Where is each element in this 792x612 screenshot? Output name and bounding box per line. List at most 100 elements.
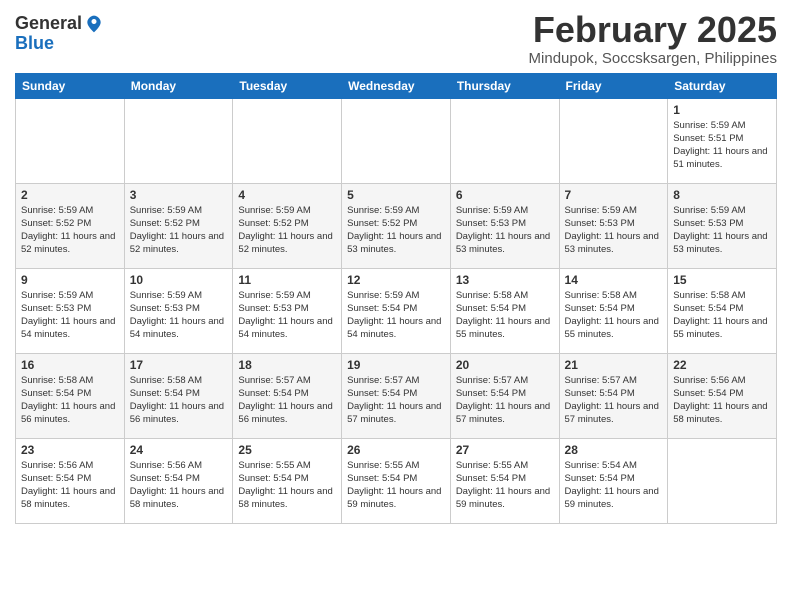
day-number: 20 <box>456 358 554 372</box>
calendar-cell: 13 Sunrise: 5:58 AMSunset: 5:54 PMDayligh… <box>450 268 559 353</box>
weekday-header-thursday: Thursday <box>450 73 559 98</box>
day-info: Sunrise: 5:59 AMSunset: 5:52 PMDaylight:… <box>130 204 228 257</box>
day-info: Sunrise: 5:59 AMSunset: 5:52 PMDaylight:… <box>347 204 445 257</box>
calendar-cell: 28 Sunrise: 5:54 AMSunset: 5:54 PMDayligh… <box>559 438 668 523</box>
day-number: 5 <box>347 188 445 202</box>
day-info: Sunrise: 5:59 AMSunset: 5:53 PMDaylight:… <box>238 289 336 342</box>
day-number: 11 <box>238 273 336 287</box>
day-number: 7 <box>565 188 663 202</box>
day-info: Sunrise: 5:56 AMSunset: 5:54 PMDaylight:… <box>21 459 119 512</box>
day-number: 19 <box>347 358 445 372</box>
calendar-cell: 16Sunrise: 5:58 AMSunset: 5:54 PMDayligh… <box>16 353 125 438</box>
calendar-table: SundayMondayTuesdayWednesdayThursdayFrid… <box>15 73 777 524</box>
calendar-cell <box>342 98 451 183</box>
day-info: Sunrise: 5:57 AMSunset: 5:54 PMDaylight:… <box>238 374 336 427</box>
calendar-cell: 9 Sunrise: 5:59 AMSunset: 5:53 PMDaylight… <box>16 268 125 353</box>
day-number: 21 <box>565 358 663 372</box>
day-info: Sunrise: 5:59 AMSunset: 5:53 PMDaylight:… <box>130 289 228 342</box>
day-info: Sunrise: 5:59 AMSunset: 5:51 PMDaylight:… <box>673 119 771 172</box>
day-number: 26 <box>347 443 445 457</box>
calendar-cell <box>124 98 233 183</box>
day-info: Sunrise: 5:59 AMSunset: 5:54 PMDaylight:… <box>347 289 445 342</box>
logo-blue: Blue <box>15 33 54 53</box>
day-number: 2 <box>21 188 119 202</box>
day-info: Sunrise: 5:58 AMSunset: 5:54 PMDaylight:… <box>130 374 228 427</box>
day-info: Sunrise: 5:56 AMSunset: 5:54 PMDaylight:… <box>130 459 228 512</box>
day-info: Sunrise: 5:56 AMSunset: 5:54 PMDaylight:… <box>673 374 771 427</box>
day-number: 23 <box>21 443 119 457</box>
day-info: Sunrise: 5:57 AMSunset: 5:54 PMDaylight:… <box>565 374 663 427</box>
calendar-week-5: 23 Sunrise: 5:56 AMSunset: 5:54 PMDayligh… <box>16 438 777 523</box>
calendar-cell: 25 Sunrise: 5:55 AMSunset: 5:54 PMDayligh… <box>233 438 342 523</box>
calendar-cell: 10 Sunrise: 5:59 AMSunset: 5:53 PMDayligh… <box>124 268 233 353</box>
day-info: Sunrise: 5:59 AMSunset: 5:53 PMDaylight:… <box>21 289 119 342</box>
weekday-header-row: SundayMondayTuesdayWednesdayThursdayFrid… <box>16 73 777 98</box>
calendar-cell: 24 Sunrise: 5:56 AMSunset: 5:54 PMDayligh… <box>124 438 233 523</box>
weekday-header-friday: Friday <box>559 73 668 98</box>
calendar-cell <box>16 98 125 183</box>
calendar-cell: 8 Sunrise: 5:59 AMSunset: 5:53 PMDaylight… <box>668 183 777 268</box>
day-number: 3 <box>130 188 228 202</box>
day-number: 1 <box>673 103 771 117</box>
calendar-cell: 12 Sunrise: 5:59 AMSunset: 5:54 PMDayligh… <box>342 268 451 353</box>
month-title: February 2025 <box>529 10 777 50</box>
day-number: 8 <box>673 188 771 202</box>
calendar-week-2: 2 Sunrise: 5:59 AMSunset: 5:52 PMDaylight… <box>16 183 777 268</box>
calendar-cell: 26 Sunrise: 5:55 AMSunset: 5:54 PMDayligh… <box>342 438 451 523</box>
day-number: 9 <box>21 273 119 287</box>
calendar-cell: 20 Sunrise: 5:57 AMSunset: 5:54 PMDayligh… <box>450 353 559 438</box>
weekday-header-wednesday: Wednesday <box>342 73 451 98</box>
weekday-header-saturday: Saturday <box>668 73 777 98</box>
day-number: 22 <box>673 358 771 372</box>
calendar-cell <box>450 98 559 183</box>
day-info: Sunrise: 5:59 AMSunset: 5:52 PMDaylight:… <box>21 204 119 257</box>
calendar-cell <box>668 438 777 523</box>
day-info: Sunrise: 5:54 AMSunset: 5:54 PMDaylight:… <box>565 459 663 512</box>
weekday-header-sunday: Sunday <box>16 73 125 98</box>
location-title: Mindupok, Soccsksargen, Philippines <box>529 50 777 67</box>
day-info: Sunrise: 5:55 AMSunset: 5:54 PMDaylight:… <box>238 459 336 512</box>
calendar-cell: 6 Sunrise: 5:59 AMSunset: 5:53 PMDaylight… <box>450 183 559 268</box>
calendar-cell: 3 Sunrise: 5:59 AMSunset: 5:52 PMDaylight… <box>124 183 233 268</box>
calendar-cell: 19 Sunrise: 5:57 AMSunset: 5:54 PMDayligh… <box>342 353 451 438</box>
day-info: Sunrise: 5:55 AMSunset: 5:54 PMDaylight:… <box>347 459 445 512</box>
day-number: 6 <box>456 188 554 202</box>
calendar-week-1: 1 Sunrise: 5:59 AMSunset: 5:51 PMDaylight… <box>16 98 777 183</box>
day-info: Sunrise: 5:57 AMSunset: 5:54 PMDaylight:… <box>347 374 445 427</box>
day-info: Sunrise: 5:58 AMSunset: 5:54 PMDaylight:… <box>565 289 663 342</box>
calendar-cell: 7Sunrise: 5:59 AMSunset: 5:53 PMDaylight… <box>559 183 668 268</box>
calendar-cell: 15Sunrise: 5:58 AMSunset: 5:54 PMDayligh… <box>668 268 777 353</box>
day-info: Sunrise: 5:58 AMSunset: 5:54 PMDaylight:… <box>456 289 554 342</box>
calendar-cell <box>233 98 342 183</box>
calendar-cell: 21 Sunrise: 5:57 AMSunset: 5:54 PMDayligh… <box>559 353 668 438</box>
day-info: Sunrise: 5:59 AMSunset: 5:53 PMDaylight:… <box>673 204 771 257</box>
weekday-header-monday: Monday <box>124 73 233 98</box>
day-number: 12 <box>347 273 445 287</box>
day-info: Sunrise: 5:55 AMSunset: 5:54 PMDaylight:… <box>456 459 554 512</box>
day-number: 10 <box>130 273 228 287</box>
day-number: 27 <box>456 443 554 457</box>
calendar-cell: 23 Sunrise: 5:56 AMSunset: 5:54 PMDayligh… <box>16 438 125 523</box>
calendar-cell: 5 Sunrise: 5:59 AMSunset: 5:52 PMDaylight… <box>342 183 451 268</box>
day-number: 24 <box>130 443 228 457</box>
calendar-cell: 22 Sunrise: 5:56 AMSunset: 5:54 PMDayligh… <box>668 353 777 438</box>
weekday-header-tuesday: Tuesday <box>233 73 342 98</box>
calendar-week-4: 16Sunrise: 5:58 AMSunset: 5:54 PMDayligh… <box>16 353 777 438</box>
day-info: Sunrise: 5:59 AMSunset: 5:52 PMDaylight:… <box>238 204 336 257</box>
day-number: 18 <box>238 358 336 372</box>
calendar-cell: 27 Sunrise: 5:55 AMSunset: 5:54 PMDayligh… <box>450 438 559 523</box>
logo-general: General <box>15 14 82 34</box>
day-number: 4 <box>238 188 336 202</box>
calendar-cell: 1 Sunrise: 5:59 AMSunset: 5:51 PMDaylight… <box>668 98 777 183</box>
logo: General Blue <box>15 14 104 54</box>
day-number: 25 <box>238 443 336 457</box>
day-number: 13 <box>456 273 554 287</box>
day-number: 14 <box>565 273 663 287</box>
title-block: February 2025 Mindupok, Soccsksargen, Ph… <box>529 10 777 67</box>
calendar-cell <box>559 98 668 183</box>
calendar-week-3: 9 Sunrise: 5:59 AMSunset: 5:53 PMDaylight… <box>16 268 777 353</box>
day-info: Sunrise: 5:59 AMSunset: 5:53 PMDaylight:… <box>456 204 554 257</box>
day-number: 15 <box>673 273 771 287</box>
day-info: Sunrise: 5:57 AMSunset: 5:54 PMDaylight:… <box>456 374 554 427</box>
day-number: 28 <box>565 443 663 457</box>
